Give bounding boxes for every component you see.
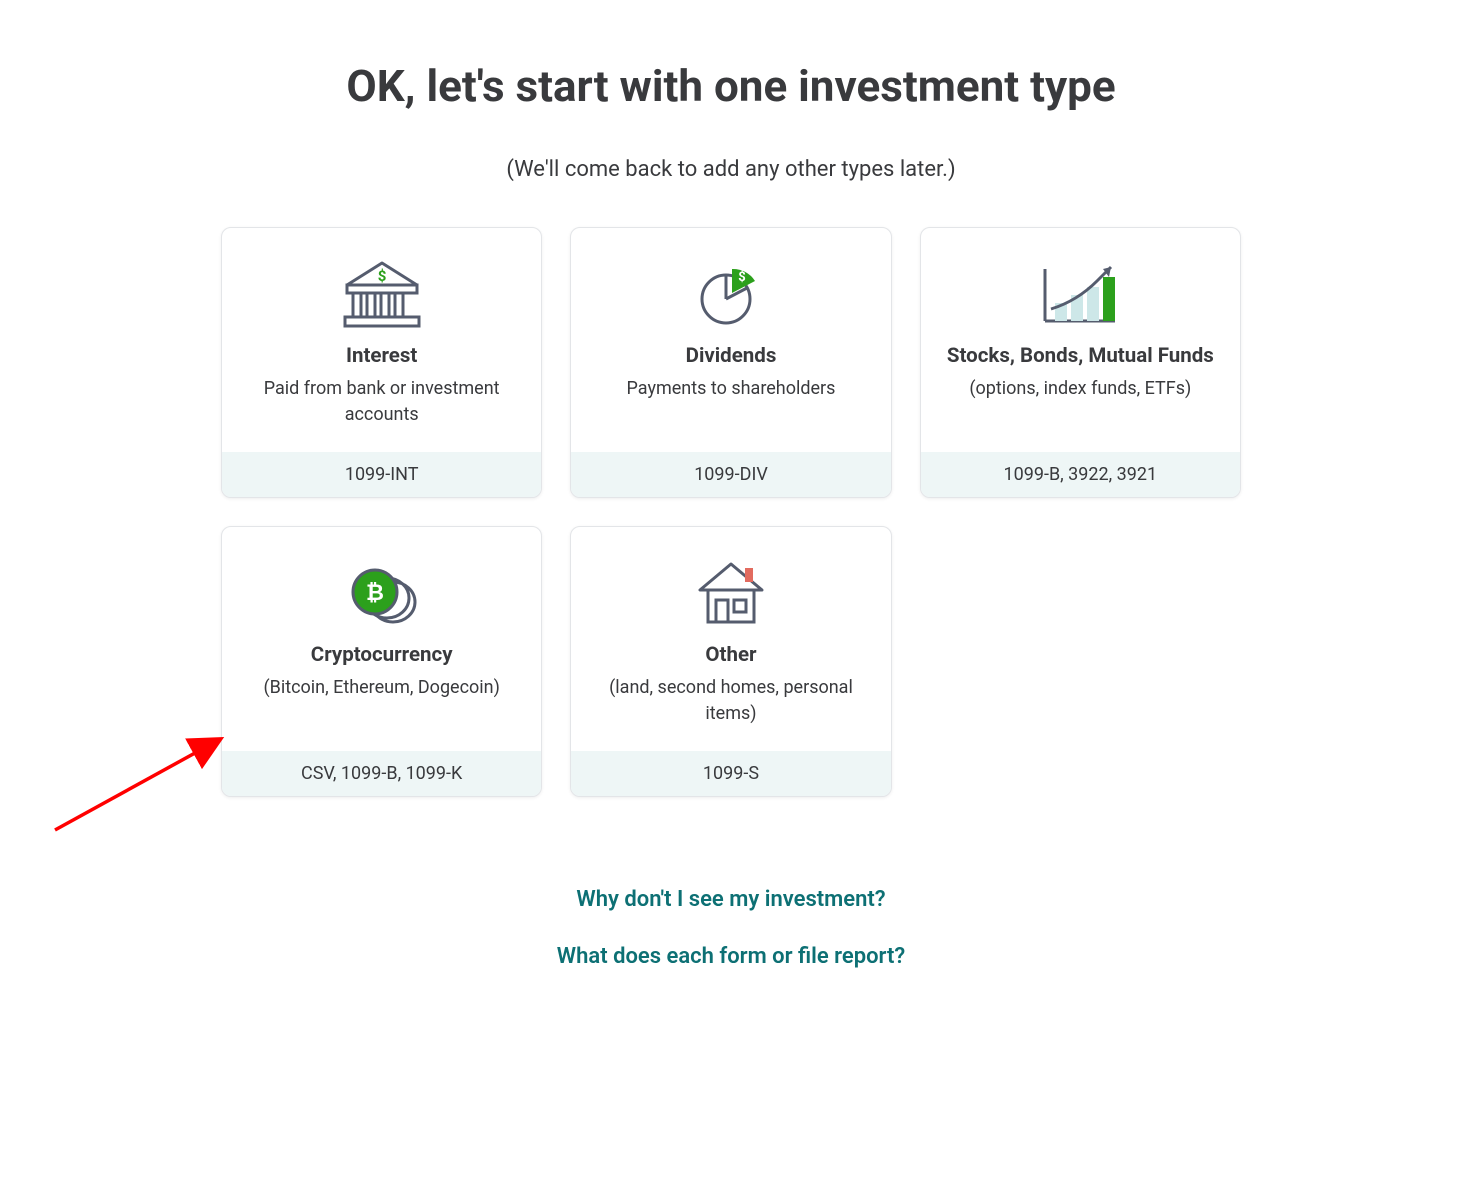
svg-text:$: $ [738, 270, 745, 285]
card-title: Cryptocurrency [311, 643, 453, 667]
investment-cards-grid: $ Interest Paid from bank or investment … [221, 227, 1241, 797]
card-title: Other [705, 643, 756, 667]
card-footer: 1099-DIV [571, 452, 890, 497]
card-desc: (land, second homes, personal items) [589, 675, 872, 727]
card-footer: CSV, 1099-B, 1099-K [222, 751, 541, 796]
pie-chart-icon: $ [692, 256, 770, 334]
card-dividends[interactable]: $ Dividends Payments to shareholders 109… [570, 227, 891, 498]
card-stocks-bonds[interactable]: Stocks, Bonds, Mutual Funds (options, in… [920, 227, 1241, 498]
bar-chart-icon [1037, 256, 1123, 334]
card-footer: 1099-S [571, 751, 890, 796]
help-links: Why don't I see my investment? What does… [221, 887, 1241, 969]
bitcoin-icon: ₿ [341, 555, 423, 633]
svg-text:₿: ₿ [366, 581, 384, 606]
page-title: OK, let's start with one investment type [221, 60, 1241, 112]
card-title: Dividends [686, 344, 777, 368]
card-title: Stocks, Bonds, Mutual Funds [947, 344, 1214, 368]
card-desc: Payments to shareholders [627, 376, 836, 402]
help-link-form-explanation[interactable]: What does each form or file report? [557, 944, 905, 969]
svg-text:$: $ [377, 267, 386, 285]
card-title: Interest [346, 344, 417, 368]
card-desc: (Bitcoin, Ethereum, Dogecoin) [263, 675, 499, 701]
card-cryptocurrency[interactable]: ₿ Cryptocurrency (Bitcoin, Ethereum, Dog… [221, 526, 542, 797]
card-footer: 1099-B, 3922, 3921 [921, 452, 1240, 497]
card-desc: (options, index funds, ETFs) [969, 376, 1191, 402]
house-icon [690, 555, 772, 633]
bank-icon: $ [341, 256, 423, 334]
card-desc: Paid from bank or investment accounts [240, 376, 523, 428]
card-footer: 1099-INT [222, 452, 541, 497]
card-other[interactable]: Other (land, second homes, personal item… [570, 526, 891, 797]
help-link-missing-investment[interactable]: Why don't I see my investment? [576, 887, 885, 912]
page-subtitle: (We'll come back to add any other types … [221, 157, 1241, 182]
card-interest[interactable]: $ Interest Paid from bank or investment … [221, 227, 542, 498]
